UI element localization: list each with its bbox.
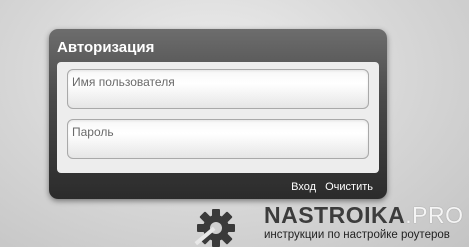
password-field[interactable]: Пароль (67, 119, 369, 159)
watermark-tagline: инструкции по настройке роутеров (264, 229, 450, 241)
form-actions: Вход Очистить (285, 181, 373, 193)
watermark-logo: NASTROIKA.PRO инструкции по настройке ро… (188, 202, 469, 247)
username-field[interactable]: Имя пользователя (67, 69, 369, 109)
login-button[interactable]: Вход (291, 181, 316, 193)
brand-suffix: .PRO (405, 202, 464, 228)
panel-title: Авторизация (57, 39, 155, 56)
brand-main: NASTROIKA (264, 202, 406, 228)
login-panel: Авторизация Имя пользователя Пароль Вход… (49, 29, 387, 199)
form-area: Имя пользователя Пароль (57, 62, 379, 173)
gear-wrench-icon (194, 209, 235, 247)
password-placeholder: Пароль (72, 125, 114, 139)
watermark-brand: NASTROIKA.PRO (264, 202, 463, 229)
clear-button[interactable]: Очистить (325, 181, 373, 193)
username-placeholder: Имя пользователя (72, 75, 175, 89)
